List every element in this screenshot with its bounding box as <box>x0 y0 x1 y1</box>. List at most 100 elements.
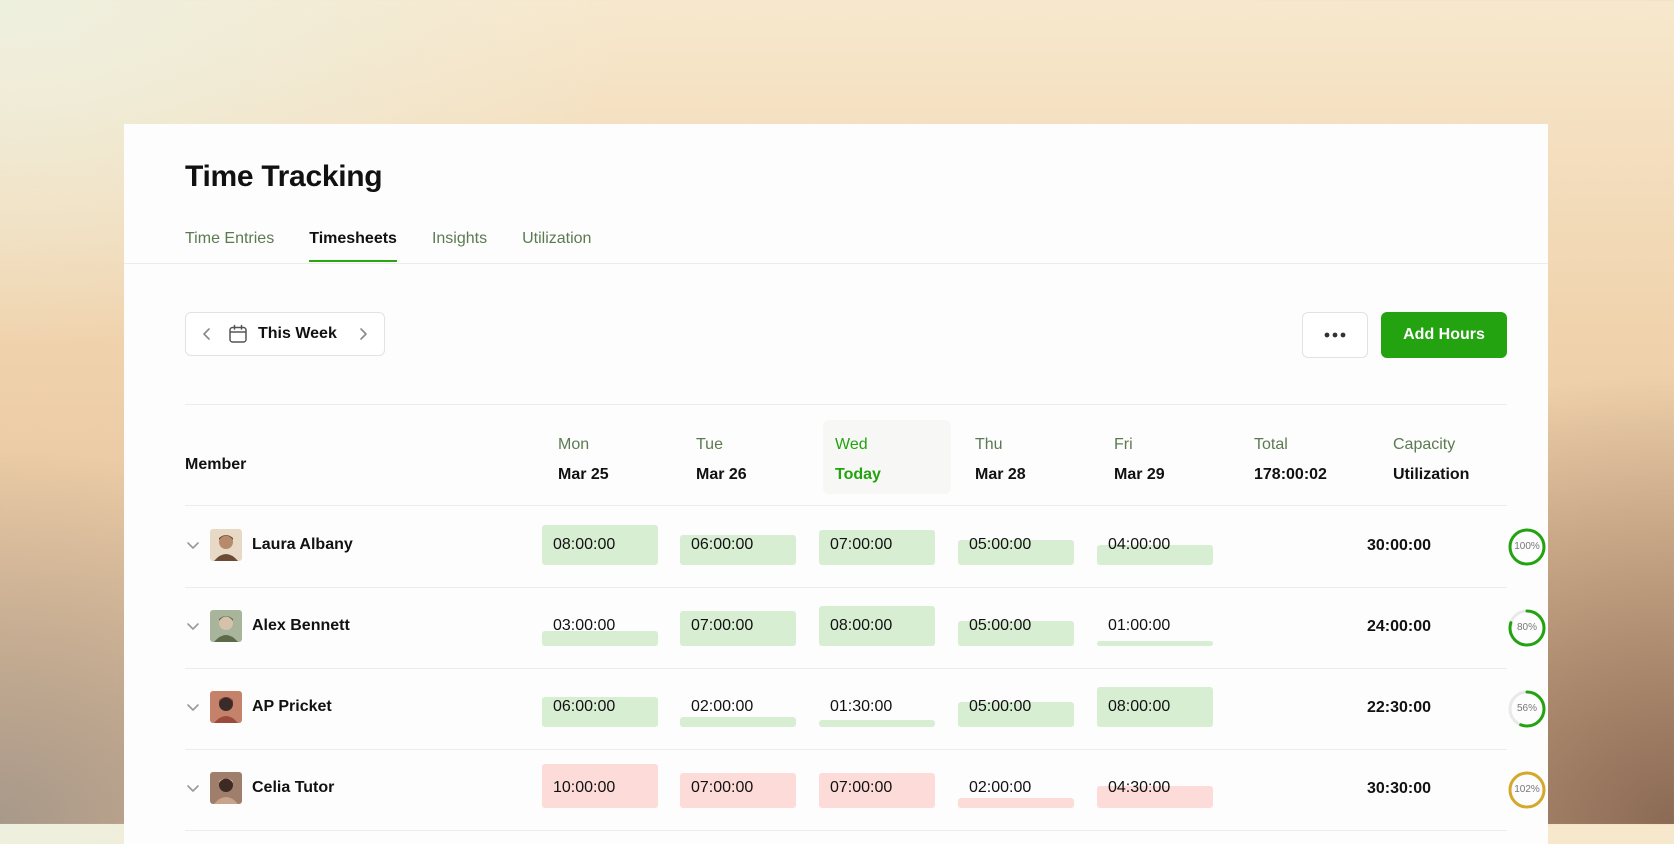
tab-insights[interactable]: Insights <box>432 230 487 262</box>
time-value: 10:00:00 <box>553 779 616 796</box>
time-cell[interactable]: 05:00:00 <box>958 588 1074 664</box>
time-cell[interactable]: 07:00:00 <box>819 507 935 583</box>
day-of-week: Tue <box>696 436 723 453</box>
day-date: Mar 28 <box>975 466 1026 483</box>
utilization-gauge: 100% <box>1507 527 1547 567</box>
time-cell[interactable]: 04:00:00 <box>1097 507 1213 583</box>
chevron-down-icon[interactable] <box>185 537 201 553</box>
utilization-gauge: 80% <box>1507 608 1547 648</box>
time-value: 08:00:00 <box>1108 698 1171 715</box>
row-total: 30:30:00 <box>1367 780 1432 797</box>
row-total: 30:00:00 <box>1367 537 1432 554</box>
time-cell[interactable]: 10:00:00 <box>542 750 658 826</box>
total-column-header: Total 178:00:02 <box>1242 420 1370 494</box>
total-label: Total <box>1254 436 1288 453</box>
chevron-down-icon[interactable] <box>185 618 201 634</box>
day-of-week: Fri <box>1114 436 1133 453</box>
time-cell[interactable]: 08:00:00 <box>542 507 658 583</box>
time-cell[interactable]: 04:30:00 <box>1097 750 1213 826</box>
time-cell[interactable]: 07:00:00 <box>819 750 935 826</box>
time-value: 05:00:00 <box>969 536 1032 553</box>
time-cell[interactable]: 05:00:00 <box>958 507 1074 583</box>
day-date: Mar 29 <box>1114 466 1165 483</box>
tab-bar: Time Entries Timesheets Insights Utiliza… <box>185 230 591 262</box>
chevron-down-icon[interactable] <box>185 699 201 715</box>
tab-utilization[interactable]: Utilization <box>522 230 591 262</box>
time-cell[interactable]: 07:00:00 <box>680 588 796 664</box>
tab-divider <box>124 263 1548 264</box>
more-options-button[interactable] <box>1302 312 1368 358</box>
time-value: 04:00:00 <box>1108 536 1171 553</box>
utilization-percent: 100% <box>1514 541 1540 552</box>
day-of-week: Mon <box>558 436 590 453</box>
time-value: 08:00:00 <box>553 536 616 553</box>
capacity-label: Capacity <box>1393 436 1456 453</box>
hours-bar <box>1097 641 1213 646</box>
week-label: This Week <box>258 325 337 342</box>
member-column-header: Member <box>185 456 247 473</box>
table-row: Celia Tutor 10:00:00 07:00:00 07:00:00 02:00… <box>124 750 1548 831</box>
time-value: 06:00:00 <box>691 536 754 553</box>
day-date: Today <box>835 466 881 483</box>
hours-bar <box>958 798 1074 808</box>
day-date: Mar 25 <box>558 466 609 483</box>
utilization-gauge: 56% <box>1507 689 1547 729</box>
add-hours-button[interactable]: Add Hours <box>1381 312 1507 358</box>
time-value: 01:00:00 <box>1108 617 1171 634</box>
member-name[interactable]: Alex Bennett <box>252 617 350 635</box>
next-week-button[interactable] <box>342 313 384 355</box>
time-value: 03:00:00 <box>553 617 616 634</box>
member-name[interactable]: Celia Tutor <box>252 779 334 797</box>
time-value: 07:00:00 <box>830 536 893 553</box>
timesheet-panel: Time Tracking Time Entries Timesheets In… <box>124 124 1548 844</box>
capacity-column-header: Capacity Utilization <box>1381 420 1509 494</box>
day-header-thu: Thu Mar 28 <box>963 420 1091 494</box>
time-cell[interactable]: 05:00:00 <box>958 669 1074 745</box>
utilization-percent: 80% <box>1516 622 1537 633</box>
time-value: 07:00:00 <box>691 779 754 796</box>
time-cell[interactable]: 08:00:00 <box>1097 669 1213 745</box>
member-name[interactable]: Laura Albany <box>252 536 353 554</box>
calendar-icon <box>228 324 248 344</box>
time-cell[interactable]: 02:00:00 <box>958 750 1074 826</box>
day-header-tue: Tue Mar 26 <box>684 420 812 494</box>
day-header-mon: Mon Mar 25 <box>546 420 674 494</box>
chevron-right-icon <box>360 328 367 340</box>
row-divider <box>185 830 1507 831</box>
utilization-label: Utilization <box>1393 466 1470 483</box>
time-value: 07:00:00 <box>691 617 754 634</box>
header-divider <box>185 505 1507 506</box>
tab-time-entries[interactable]: Time Entries <box>185 230 274 262</box>
time-cell[interactable]: 01:30:00 <box>819 669 935 745</box>
table-divider <box>185 404 1507 405</box>
time-value: 01:30:00 <box>830 698 893 715</box>
chevron-down-icon[interactable] <box>185 780 201 796</box>
time-cell[interactable]: 02:00:00 <box>680 669 796 745</box>
time-cell[interactable]: 07:00:00 <box>680 750 796 826</box>
time-value: 08:00:00 <box>830 617 893 634</box>
tab-timesheets[interactable]: Timesheets <box>309 230 397 262</box>
row-total: 24:00:00 <box>1367 618 1432 635</box>
time-cell[interactable]: 03:00:00 <box>542 588 658 664</box>
table-row: Alex Bennett 03:00:00 07:00:00 08:00:00 05:0… <box>124 588 1548 669</box>
time-value: 07:00:00 <box>830 779 893 796</box>
row-total: 22:30:00 <box>1367 699 1432 716</box>
member-name[interactable]: AP Pricket <box>252 698 332 716</box>
avatar <box>210 529 242 561</box>
time-cell[interactable]: 06:00:00 <box>542 669 658 745</box>
utilization-percent: 102% <box>1514 784 1540 795</box>
avatar <box>210 691 242 723</box>
day-of-week: Wed <box>835 436 868 453</box>
time-value: 05:00:00 <box>969 617 1032 634</box>
hours-bar <box>680 717 796 727</box>
time-cell[interactable]: 06:00:00 <box>680 507 796 583</box>
table-header: Member Mon Mar 25 Tue Mar 26 Wed Today T… <box>185 420 1507 500</box>
utilization-percent: 56% <box>1516 703 1537 714</box>
time-cell[interactable]: 08:00:00 <box>819 588 935 664</box>
avatar <box>210 772 242 804</box>
time-cell[interactable]: 01:00:00 <box>1097 588 1213 664</box>
hours-bar <box>819 719 935 727</box>
previous-week-button[interactable] <box>186 313 228 355</box>
avatar <box>210 610 242 642</box>
day-header-fri: Fri Mar 29 <box>1102 420 1230 494</box>
